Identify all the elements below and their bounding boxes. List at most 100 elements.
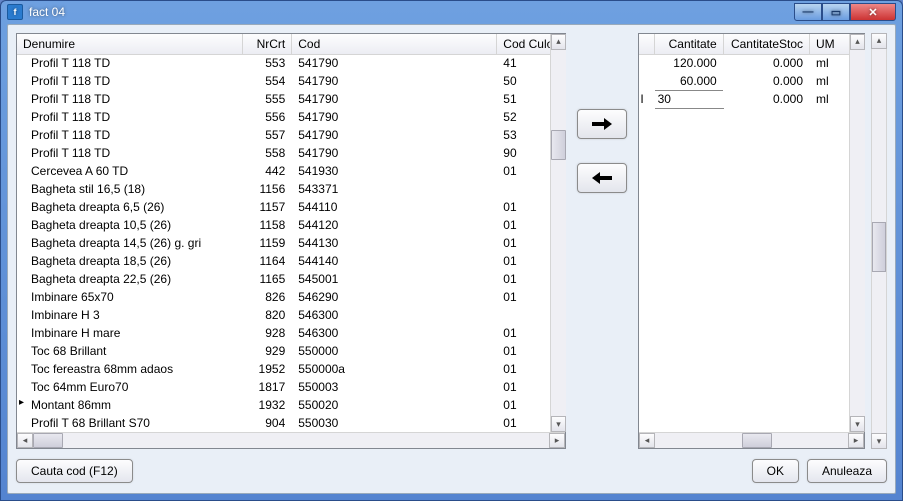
cell-nrcrt: 1932 [243,396,292,414]
search-code-button[interactable]: Cauta cod (F12) [16,459,133,483]
table-row[interactable]: Toc 64mm Euro70181755000301 [17,378,565,396]
cell-stoc: 0.000 [723,54,809,72]
table-row[interactable]: Imbinare H 3820546300 [17,306,565,324]
cell-cod: 541790 [292,90,497,108]
products-grid[interactable]: Denumire NrCrt Cod Cod Culoare Profil T … [16,33,566,450]
cell-nrcrt: 1164 [243,252,292,270]
cell-cod: 541930 [292,162,497,180]
move-right-button[interactable] [577,109,627,139]
table-row[interactable]: 60.0000.000ml [639,72,864,90]
table-row[interactable]: Toc fereastra 68mm adaos1952550000a01 [17,360,565,378]
table-row[interactable]: I300.000ml [639,90,864,108]
scroll-left-icon[interactable]: ◂ [639,433,655,448]
table-row[interactable]: Profil T 118 TD55554179051 [17,90,565,108]
cell-denumire: Bagheta dreapta 18,5 (26) [17,252,243,270]
table-row[interactable]: Profil T 118 TD55654179052 [17,108,565,126]
maximize-button[interactable]: ▭ [822,3,850,21]
cell-cod: 541790 [292,72,497,90]
quantities-grid[interactable]: Cantitate CantitateStoc UM 120.0000.000m… [638,33,865,450]
scroll-right-icon[interactable]: ▸ [549,433,565,448]
cell-denumire: Bagheta dreapta 6,5 (26) [17,198,243,216]
transfer-buttons [572,33,632,450]
h-scrollbar[interactable]: ◂ ▸ [639,432,864,448]
scroll-down-icon[interactable]: ▾ [850,416,865,432]
scroll-down-icon[interactable]: ▾ [551,416,566,432]
cell-nrcrt: 1156 [243,180,292,198]
cell-denumire: Profil T 68 Brillant S70 [17,414,243,432]
row-indicator: I [639,90,654,108]
scroll-down-icon[interactable]: ▾ [871,433,887,449]
table-row[interactable]: Bagheta dreapta 22,5 (26)116554500101 [17,270,565,288]
scroll-up-icon[interactable]: ▴ [850,34,865,50]
col-cod[interactable]: Cod [292,34,497,55]
cell-cod: 541790 [292,54,497,72]
cell-nrcrt: 928 [243,324,292,342]
cell-nrcrt: 556 [243,108,292,126]
cell-denumire: ▸Montant 86mm [17,396,243,414]
table-row[interactable]: Imbinare H mare92854630001 [17,324,565,342]
table-row[interactable]: Bagheta dreapta 18,5 (26)116454414001 [17,252,565,270]
window-title: fact 04 [29,5,794,19]
cell-denumire: Profil T 118 TD [17,54,243,72]
row-indicator [639,54,654,72]
close-button[interactable]: ✕ [850,3,896,21]
table-row[interactable]: Profil T 118 TD55454179050 [17,72,565,90]
table-row[interactable]: Profil T 68 Brillant S7090455003001 [17,414,565,432]
cell-cod: 550000 [292,342,497,360]
h-scrollbar[interactable]: ◂ ▸ [17,432,565,448]
table-row[interactable]: 120.0000.000ml [639,54,864,72]
cell-cod: 546300 [292,324,497,342]
cell-cod: 546290 [292,288,497,306]
table-row[interactable]: Cercevea A 60 TD44254193001 [17,162,565,180]
table-row[interactable]: Bagheta stil 16,5 (18)1156543371 [17,180,565,198]
table-row[interactable]: Toc 68 Brillant92955000001 [17,342,565,360]
table-row[interactable]: Bagheta dreapta 14,5 (26) g. gri11595441… [17,234,565,252]
col-denumire[interactable]: Denumire [17,34,243,55]
cell-denumire: Imbinare H 3 [17,306,243,324]
cell-denumire: Imbinare H mare [17,324,243,342]
col-nrcrt[interactable]: NrCrt [243,34,292,55]
cell-nrcrt: 1165 [243,270,292,288]
v-scrollbar[interactable]: ▴ ▾ [849,34,865,433]
table-row[interactable]: Profil T 118 TD55354179041 [17,54,565,72]
cell-denumire: Bagheta dreapta 14,5 (26) g. gri [17,234,243,252]
cell-cod: 546300 [292,306,497,324]
cell-denumire: Toc 64mm Euro70 [17,378,243,396]
cell-cod: 550000a [292,360,497,378]
cell-denumire: Profil T 118 TD [17,90,243,108]
table-row[interactable]: Profil T 118 TD55854179090 [17,144,565,162]
ok-button[interactable]: OK [752,459,799,483]
cantitate-input[interactable]: 30 [654,90,723,108]
outer-v-scrollbar[interactable]: ▴ ▾ [871,33,887,450]
table-row[interactable]: Bagheta dreapta 6,5 (26)115754411001 [17,198,565,216]
table-row[interactable]: Bagheta dreapta 10,5 (26)115854412001 [17,216,565,234]
cell-nrcrt: 1817 [243,378,292,396]
scroll-up-icon[interactable]: ▴ [871,33,887,49]
cell-stoc: 0.000 [723,90,809,108]
v-scrollbar[interactable]: ▴ ▾ [550,34,566,433]
cell-cod: 541790 [292,126,497,144]
table-row[interactable]: Profil T 118 TD55754179053 [17,126,565,144]
minimize-button[interactable]: ― [794,3,822,21]
window-controls: ― ▭ ✕ [794,3,896,21]
titlebar[interactable]: f fact 04 ― ▭ ✕ [1,1,902,24]
cancel-button[interactable]: Anuleaza [807,459,887,483]
window: f fact 04 ― ▭ ✕ Denumire NrCrt Cod Cod C… [0,0,903,501]
cell-denumire: Bagheta stil 16,5 (18) [17,180,243,198]
cell-denumire: Profil T 118 TD [17,108,243,126]
app-icon: f [7,4,23,20]
cell-cod: 550030 [292,414,497,432]
cell-nrcrt: 555 [243,90,292,108]
cell-nrcrt: 1952 [243,360,292,378]
move-left-button[interactable] [577,163,627,193]
cell-nrcrt: 904 [243,414,292,432]
cell-cod: 543371 [292,180,497,198]
scroll-up-icon[interactable]: ▴ [551,34,566,50]
cell-nrcrt: 557 [243,126,292,144]
table-row[interactable]: ▸Montant 86mm193255002001 [17,396,565,414]
col-cantitate-stoc[interactable]: CantitateStoc [723,34,809,55]
table-row[interactable]: Imbinare 65x7082654629001 [17,288,565,306]
scroll-right-icon[interactable]: ▸ [848,433,864,448]
scroll-left-icon[interactable]: ◂ [17,433,33,448]
col-cantitate[interactable]: Cantitate [654,34,723,55]
